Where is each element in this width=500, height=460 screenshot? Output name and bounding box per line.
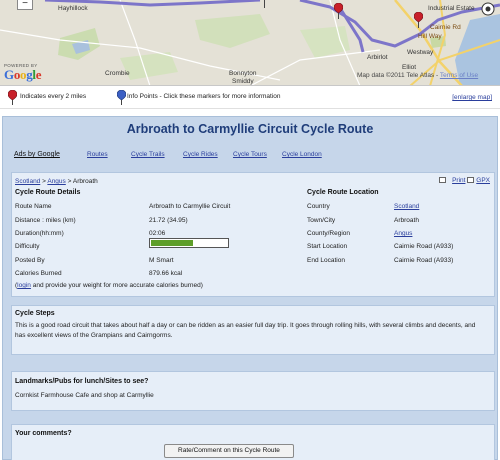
ads-bar: Ads by Google Routes Cycle Trails Cycle … (11, 149, 493, 163)
detail-label: Difficulty (15, 243, 40, 250)
map-place-label: Industrial Estate (428, 5, 475, 12)
terms-of-use-link[interactable]: Terms of Use (440, 72, 478, 79)
ad-link-cycle-london[interactable]: Cycle London (282, 151, 322, 158)
gpx-link[interactable]: GPX (476, 177, 490, 184)
mile-marker-icon[interactable] (334, 3, 343, 19)
gpx-file-icon[interactable] (467, 177, 475, 183)
export-tools: Print GPX (439, 177, 490, 184)
cycle-steps-box: Cycle Steps This is a good road circuit … (11, 305, 495, 355)
difficulty-bar-fill (151, 240, 193, 246)
route-map[interactable]: − Hayhillock Crombie Bonnyton Smiddy Arb… (0, 0, 500, 86)
landmarks-title: Landmarks/Pubs for lunch/Sites to see? (15, 378, 149, 385)
ad-link-cycle-rides[interactable]: Cycle Rides (183, 151, 218, 158)
map-copyright: Map data ©2011 Tele Atlas - Terms of Use (357, 72, 479, 79)
location-label: Country (307, 203, 330, 210)
comments-title: Your comments? (15, 430, 72, 437)
ad-link-cycle-tours[interactable]: Cycle Tours (233, 151, 267, 158)
map-place-label: Arbirlot (367, 54, 388, 61)
route-details-box: Scotland > Angus > Arbroath Print GPX Cy… (11, 172, 495, 297)
info-point-icon (117, 90, 126, 105)
map-legend: Indicates every 2 miles Info Points - Cl… (0, 87, 500, 109)
google-logo-letter: G (4, 67, 14, 82)
legend-info-text: Info Points - Click these markers for mo… (127, 93, 281, 100)
zoom-out-button[interactable]: − (17, 0, 33, 10)
cycle-steps-title: Cycle Steps (15, 310, 55, 317)
ad-link-cycle-trails[interactable]: Cycle Trails (131, 151, 165, 158)
detail-label: Duration(hh:mm) (15, 230, 64, 237)
map-place-label: Crombie (105, 70, 130, 77)
page-title: Arbroath to Carmyllie Circuit Cycle Rout… (126, 122, 374, 136)
ads-by-google-link[interactable]: Ads by Google (14, 151, 60, 158)
detail-label: Distance : miles (km) (15, 217, 76, 224)
location-value: Cairnie Road (A933) (394, 257, 454, 264)
ad-link-routes[interactable]: Routes (87, 151, 108, 158)
location-label: County/Region (307, 230, 350, 237)
map-place-label: Smiddy (232, 78, 254, 85)
detail-value: M Smart (149, 257, 174, 264)
breadcrumb-angus-link[interactable]: Angus (47, 178, 65, 185)
detail-value: 02:06 (149, 230, 166, 237)
location-value: Cairnie Road (A933) (394, 243, 454, 250)
mile-marker-icon (8, 90, 17, 105)
login-note: (login and provide your weight for more … (15, 282, 203, 289)
detail-label: Calories Burned (15, 270, 62, 277)
login-link[interactable]: login (17, 282, 31, 289)
location-heading: Cycle Route Location (307, 189, 379, 196)
map-road-label: Cairnie Rd (430, 24, 461, 31)
printer-icon[interactable] (439, 177, 447, 183)
enlarge-map-link[interactable]: [enlarge map] (452, 94, 492, 101)
route-panel: Arbroath to Carmyllie Circuit Cycle Rout… (2, 116, 498, 460)
detail-value: 879.66 kcal (149, 270, 183, 277)
cycle-steps-text: This is a good road circuit that takes a… (15, 322, 476, 339)
map-place-label: Westway (407, 49, 434, 56)
start-end-marker-icon[interactable] (481, 2, 495, 16)
legend-mile-text: Indicates every 2 miles (20, 93, 87, 100)
details-heading: Cycle Route Details (15, 189, 81, 196)
comments-box: Your comments? Rate/Comment on this Cycl… (11, 424, 495, 460)
map-place-label: Elliot (402, 64, 417, 71)
breadcrumb-scotland-link[interactable]: Scotland (15, 178, 40, 185)
mile-marker-icon[interactable] (414, 12, 423, 28)
detail-label: Posted By (15, 257, 45, 264)
rate-comment-button[interactable]: Rate/Comment on this Cycle Route (164, 444, 294, 458)
mile-marker-icon[interactable] (260, 0, 269, 8)
location-label: End Location (307, 257, 345, 264)
landmarks-box: Landmarks/Pubs for lunch/Sites to see? C… (11, 371, 495, 411)
breadcrumb-current: Arbroath (72, 178, 98, 185)
location-label: Start Location (307, 243, 348, 250)
location-country-link[interactable]: Scotland (394, 203, 419, 210)
google-logo[interactable]: Google (4, 67, 42, 83)
location-value: Arbroath (394, 217, 419, 224)
location-label: Town/City (307, 217, 336, 224)
map-place-label: Bonnyton (229, 70, 257, 77)
difficulty-bar (149, 238, 229, 248)
detail-value: Arbroath to Carmyllie Circuit (149, 203, 231, 210)
breadcrumb: Scotland > Angus > Arbroath (15, 178, 98, 185)
map-place-label: Hayhillock (58, 5, 88, 12)
print-link[interactable]: Print (452, 177, 465, 184)
location-county-link[interactable]: Angus (394, 230, 412, 237)
map-road-label: Hill Way (418, 33, 442, 40)
detail-value: 21.72 (34.95) (149, 217, 188, 224)
landmarks-text: Cornkist Farmhouse Cafe and shop at Carm… (15, 392, 154, 399)
google-logo-letter: e (35, 67, 42, 82)
detail-label: Route Name (15, 203, 52, 210)
